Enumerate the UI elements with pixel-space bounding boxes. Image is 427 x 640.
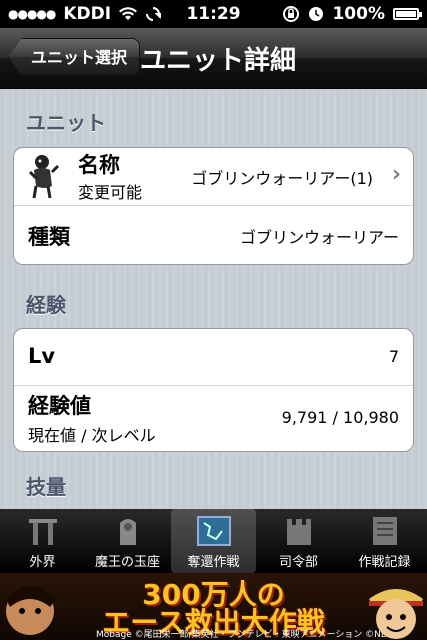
tab-headquarters[interactable]: 司令部	[256, 509, 341, 573]
tab-records[interactable]: 作戦記録	[342, 509, 427, 573]
gate-icon	[28, 519, 57, 545]
tab-throne-label: 魔王の玉座	[94, 555, 160, 570]
unit-name-label: 名称	[78, 153, 120, 177]
unit-type-row: 種類 ゴブリンウォーリアー	[14, 206, 413, 264]
section-header-experience: 経験	[26, 293, 66, 317]
alarm-icon	[309, 7, 324, 21]
back-button[interactable]: ユニット選択	[8, 38, 141, 76]
record-icon	[372, 517, 397, 545]
castle-icon	[286, 519, 311, 545]
unit-name-row[interactable]: 名称 変更可能 ゴブリンウォーリアー(1) ›	[14, 148, 413, 206]
tab-outside[interactable]: 外界	[0, 509, 85, 573]
experience-value: 9,791 / 10,980	[281, 408, 399, 427]
rotation-lock-icon	[283, 6, 300, 22]
experience-sublabel: 現在値 / 次レベル	[28, 426, 156, 445]
ad-banner[interactable]: 300万人の エース救出大作戦 Mobage ©尾田栄一郎/集英社・フジテレビ・…	[0, 573, 427, 640]
tab-recapture-label: 奪還作戦	[187, 555, 240, 570]
tab-headquarters-label: 司令部	[278, 555, 318, 570]
unit-group: 名称 変更可能 ゴブリンウォーリアー(1) › 種類 ゴブリンウォーリアー	[13, 147, 414, 265]
chevron-right-icon: ›	[391, 162, 401, 187]
tab-records-label: 作戦記録	[358, 555, 411, 570]
navigation-bar: ユニット選択 ユニット詳細	[0, 28, 427, 89]
goblin-warrior-icon	[28, 155, 60, 199]
tab-bar: 外界 魔王の玉座 奪還作戦 司令部 作戦記録	[0, 509, 427, 573]
banner-credit: Mobage ©尾田栄一郎/集英社・フジテレビ・東映アニメーション ©NBGI	[96, 630, 397, 640]
unit-type-label: 種類	[28, 225, 70, 249]
page-title: ユニット詳細	[140, 46, 297, 76]
experience-group: Lv 7 経験値 現在値 / 次レベル 9,791 / 10,980	[13, 328, 414, 452]
section-header-skill: 技量	[26, 475, 66, 499]
unit-name-sublabel: 変更可能	[78, 183, 143, 202]
level-row: Lv 7	[14, 329, 413, 386]
detail-table[interactable]: ユニット 名称 変更可能 ゴブリンウォーリアー(1) › 種類 ゴブリンウォーリ…	[0, 89, 427, 509]
status-bar: ●●●●● KDDI 11:29 100%	[0, 0, 427, 28]
tab-recapture[interactable]: 奪還作戦	[171, 509, 256, 573]
tab-throne[interactable]: 魔王の玉座	[85, 509, 170, 573]
experience-label: 経験値	[28, 394, 91, 418]
tab-outside-label: 外界	[29, 555, 56, 570]
battery-percent: 100%	[332, 4, 385, 24]
unit-name-value: ゴブリンウォーリアー(1)	[191, 169, 373, 188]
experience-row: 経験値 現在値 / 次レベル 9,791 / 10,980	[14, 386, 413, 451]
battery-icon	[393, 8, 422, 20]
character-right-image	[369, 589, 423, 639]
level-value: 7	[388, 347, 399, 366]
throne-icon	[119, 519, 136, 545]
unit-type-value: ゴブリンウォーリアー	[239, 228, 399, 247]
map-icon	[196, 516, 231, 546]
section-header-unit: ユニット	[26, 111, 106, 135]
level-label: Lv	[28, 344, 56, 368]
